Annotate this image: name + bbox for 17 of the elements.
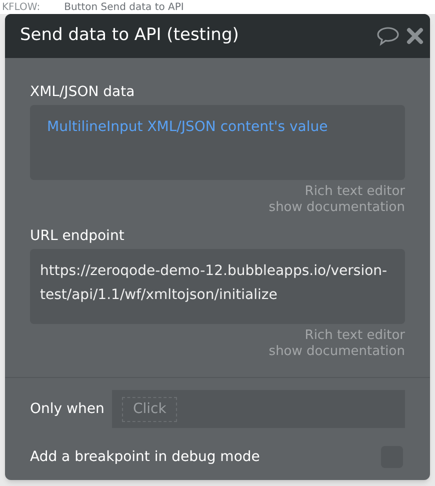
text-field[interactable]: https://zeroqode-demo-12.bubbleapps.io/version-test/api/1.1/wf/xmltojson/initialize [30,249,405,324]
show-documentation-link[interactable]: show documentation [268,200,405,216]
workflow-label: KFLOW: [2,2,40,14]
condition-field[interactable]: Click [112,390,405,428]
rich-text-editor-link[interactable]: Rich text editor [304,328,405,344]
close-icon[interactable] [406,27,424,45]
dialog-title: Send data to API (testing) [20,24,240,48]
workflow-title: Button Send data to API [64,2,184,14]
show-documentation-link[interactable]: show documentation [268,344,405,360]
field-label: URL endpoint [30,227,126,246]
click-placeholder[interactable]: Click [122,396,178,422]
field-label: XML/JSON data [30,83,136,102]
only-when-label: Only when [30,400,106,418]
breakpoint-label: Add a breakpoint in debug mode [30,448,260,466]
comment-icon[interactable] [376,26,400,46]
rich-text-editor-link[interactable]: Rich text editor [304,184,405,200]
text-field[interactable]: MultilineInput XML/JSON content's value [30,105,405,180]
